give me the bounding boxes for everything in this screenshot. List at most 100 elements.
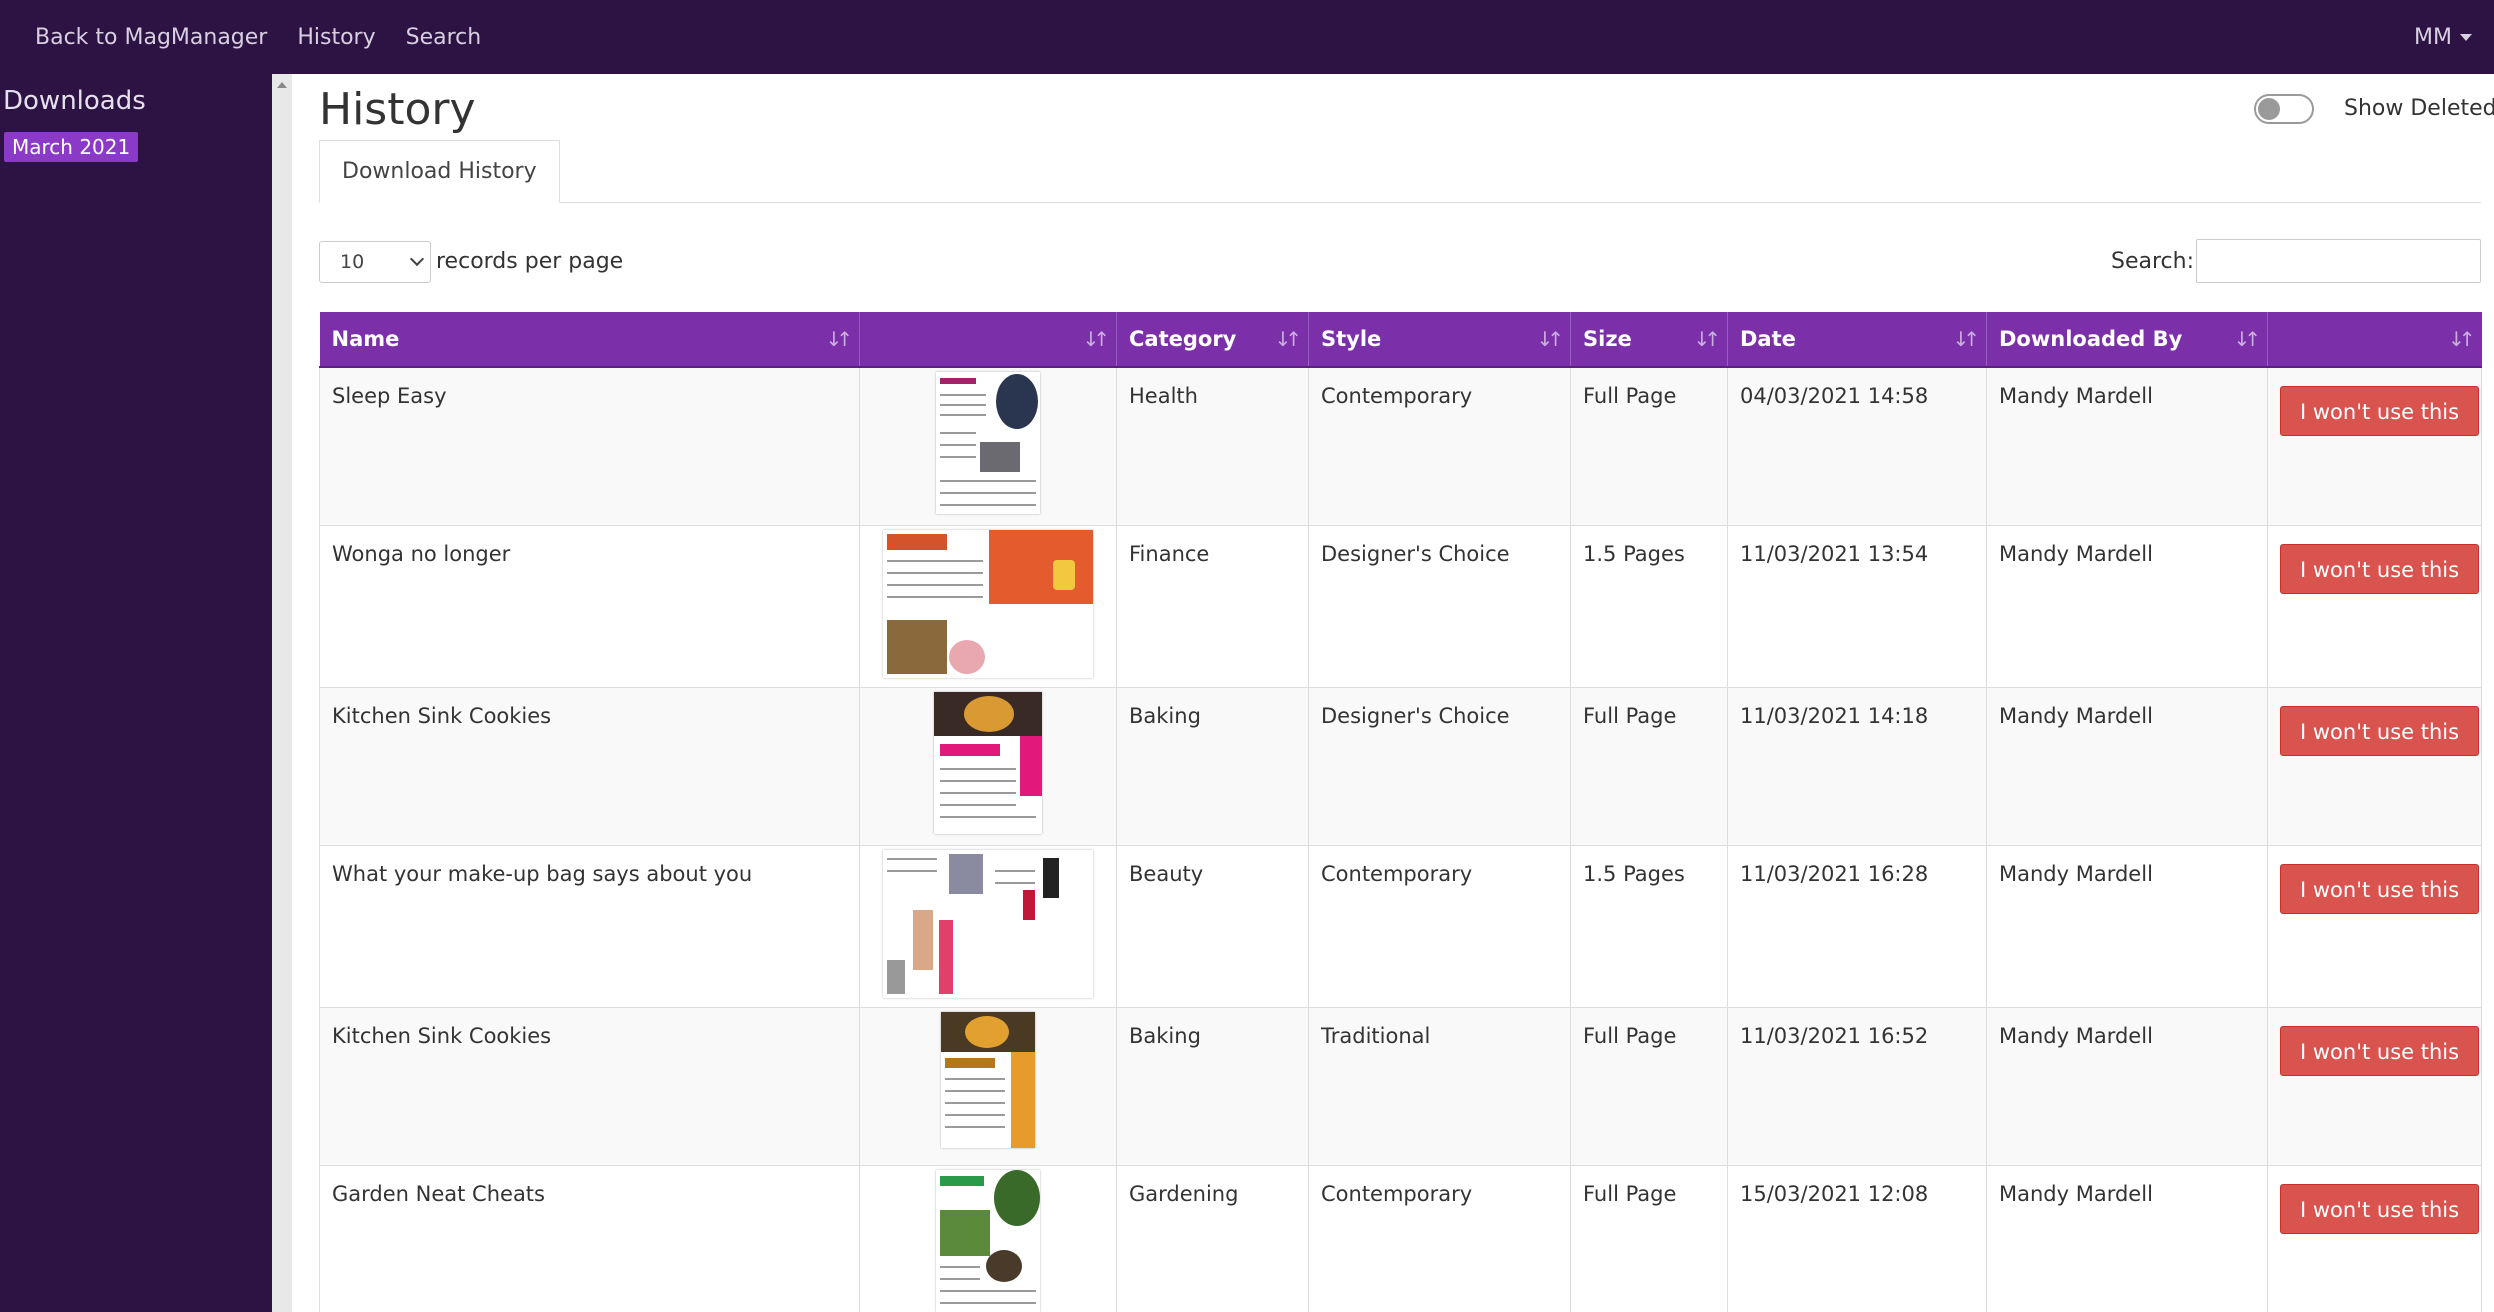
- cell-action: I won't use this: [2267, 1006, 2482, 1166]
- article-thumbnail[interactable]: [883, 849, 1093, 998]
- article-thumbnail[interactable]: [941, 1011, 1035, 1148]
- column-header-category[interactable]: Category ↓↑: [1116, 312, 1309, 368]
- article-thumbnail[interactable]: [883, 529, 1093, 678]
- nav-search[interactable]: Search: [406, 25, 482, 50]
- sort-icon: ↓↑: [825, 327, 852, 351]
- cell-size: 1.5 Pages: [1570, 844, 1728, 1008]
- wont-use-button[interactable]: I won't use this: [2280, 705, 2480, 756]
- article-thumbnail[interactable]: [934, 691, 1042, 834]
- column-header-downloaded-by[interactable]: Downloaded By ↓↑: [1986, 312, 2268, 368]
- cell-thumbnail: [859, 1164, 1117, 1312]
- table-row: Sleep Easy Health Contemporary Full Page…: [319, 366, 2482, 526]
- cell-name: Sleep Easy: [319, 366, 860, 526]
- cell-date: 04/03/2021 14:58: [1727, 366, 1987, 526]
- cell-name: Wonga no longer: [319, 524, 860, 688]
- wont-use-button[interactable]: I won't use this: [2280, 1025, 2480, 1076]
- tab-download-history[interactable]: Download History: [319, 140, 560, 203]
- column-header-thumbnail[interactable]: ↓↑: [859, 312, 1117, 368]
- column-header-name[interactable]: Name ↓↑: [319, 312, 860, 368]
- column-header-label: Style: [1321, 327, 1382, 351]
- cell-thumbnail: [859, 366, 1117, 526]
- nav-back-to-magmanager[interactable]: Back to MagManager: [35, 25, 267, 50]
- sidebar-title: Downloads: [3, 86, 146, 116]
- sort-icon: ↓↑: [1952, 327, 1979, 351]
- toggle-knob: [2258, 98, 2280, 120]
- cell-thumbnail: [859, 686, 1117, 846]
- cell-category: Gardening: [1116, 1164, 1309, 1312]
- search-input[interactable]: [2196, 239, 2481, 283]
- records-per-page-label: records per page: [436, 249, 624, 274]
- cell-date: 15/03/2021 12:08: [1727, 1164, 1987, 1312]
- cell-name: Kitchen Sink Cookies: [319, 686, 860, 846]
- main-content: History Show Deleted Download History 10…: [292, 74, 2494, 1312]
- records-per-page-select[interactable]: 10: [319, 241, 431, 283]
- scroll-up-arrow-icon[interactable]: [277, 82, 287, 88]
- cell-category: Baking: [1116, 1006, 1309, 1166]
- nav-history[interactable]: History: [297, 25, 375, 50]
- cell-downloaded-by: Mandy Mardell: [1986, 1006, 2268, 1166]
- column-header-label: Category: [1129, 327, 1237, 351]
- sort-icon: ↓↑: [1536, 327, 1563, 351]
- cell-action: I won't use this: [2267, 524, 2482, 688]
- column-header-label: Size: [1583, 327, 1632, 351]
- sort-icon: ↓↑: [1274, 327, 1301, 351]
- table-row: Wonga no longer Finance Designer's Choic…: [319, 524, 2482, 688]
- sort-icon: ↓↑: [2233, 327, 2260, 351]
- history-table: Name ↓↑ ↓↑ Category ↓↑ Style ↓↑ Size ↓↑ Date…: [319, 312, 2482, 1312]
- cell-size: Full Page: [1570, 1164, 1728, 1312]
- cell-downloaded-by: Mandy Mardell: [1986, 844, 2268, 1008]
- table-row: Garden Neat Cheats Gardening Contemporar…: [319, 1164, 2482, 1312]
- cell-name: What your make-up bag says about you: [319, 844, 860, 1008]
- cell-name: Garden Neat Cheats: [319, 1164, 860, 1312]
- cell-thumbnail: [859, 1006, 1117, 1166]
- cell-category: Finance: [1116, 524, 1309, 688]
- search-label: Search:: [2111, 249, 2194, 274]
- cell-downloaded-by: Mandy Mardell: [1986, 524, 2268, 688]
- history-table-wrapper: Name ↓↑ ↓↑ Category ↓↑ Style ↓↑ Size ↓↑ Date…: [319, 312, 2482, 1312]
- sort-icon: ↓↑: [1693, 327, 1720, 351]
- column-header-date[interactable]: Date ↓↑: [1727, 312, 1987, 368]
- table-header-row: Name ↓↑ ↓↑ Category ↓↑ Style ↓↑ Size ↓↑ Date…: [319, 312, 2482, 368]
- caret-down-icon: [2460, 33, 2472, 41]
- cell-style: Contemporary: [1308, 844, 1571, 1008]
- cell-date: 11/03/2021 13:54: [1727, 524, 1987, 688]
- cell-size: 1.5 Pages: [1570, 524, 1728, 688]
- wont-use-button[interactable]: I won't use this: [2280, 863, 2480, 914]
- cell-downloaded-by: Mandy Mardell: [1986, 1164, 2268, 1312]
- article-thumbnail[interactable]: [936, 1169, 1040, 1312]
- column-header-size[interactable]: Size ↓↑: [1570, 312, 1728, 368]
- sort-icon: ↓↑: [2447, 327, 2475, 351]
- cell-style: Designer's Choice: [1308, 686, 1571, 846]
- page-title: History: [319, 84, 476, 135]
- cell-action: I won't use this: [2267, 844, 2482, 1008]
- sort-icon: ↓↑: [1082, 327, 1109, 351]
- cell-size: Full Page: [1570, 686, 1728, 846]
- scrollbar[interactable]: [272, 74, 292, 1312]
- column-header-label: Name: [331, 327, 400, 351]
- table-row: Kitchen Sink Cookies: [319, 686, 2482, 846]
- show-deleted-toggle[interactable]: [2254, 94, 2314, 124]
- user-initials: MM: [2414, 24, 2452, 50]
- column-header-label: Date: [1740, 327, 1796, 351]
- cell-action: I won't use this: [2267, 366, 2482, 526]
- cell-size: Full Page: [1570, 366, 1728, 526]
- cell-name: Kitchen Sink Cookies: [319, 1006, 860, 1166]
- table-row: What your make-up bag says about you Bea…: [319, 844, 2482, 1008]
- column-header-action[interactable]: ↓↑: [2267, 312, 2482, 368]
- show-deleted-label: Show Deleted: [2344, 96, 2494, 121]
- sidebar-item-march-2021[interactable]: March 2021: [4, 132, 139, 162]
- cell-category: Beauty: [1116, 844, 1309, 1008]
- wont-use-button[interactable]: I won't use this: [2280, 543, 2480, 594]
- records-per-page-value: 10: [340, 251, 365, 273]
- cell-date: 11/03/2021 16:52: [1727, 1006, 1987, 1166]
- article-thumbnail[interactable]: [936, 372, 1040, 514]
- wont-use-button[interactable]: I won't use this: [2280, 386, 2480, 436]
- cell-style: Contemporary: [1308, 1164, 1571, 1312]
- wont-use-button[interactable]: I won't use this: [2280, 1183, 2480, 1234]
- user-menu[interactable]: MM: [2414, 0, 2472, 74]
- sidebar: Downloads March 2021: [0, 74, 272, 1312]
- cell-action: I won't use this: [2267, 1164, 2482, 1312]
- cell-thumbnail: [859, 844, 1117, 1008]
- cell-date: 11/03/2021 14:18: [1727, 686, 1987, 846]
- column-header-style[interactable]: Style ↓↑: [1308, 312, 1571, 368]
